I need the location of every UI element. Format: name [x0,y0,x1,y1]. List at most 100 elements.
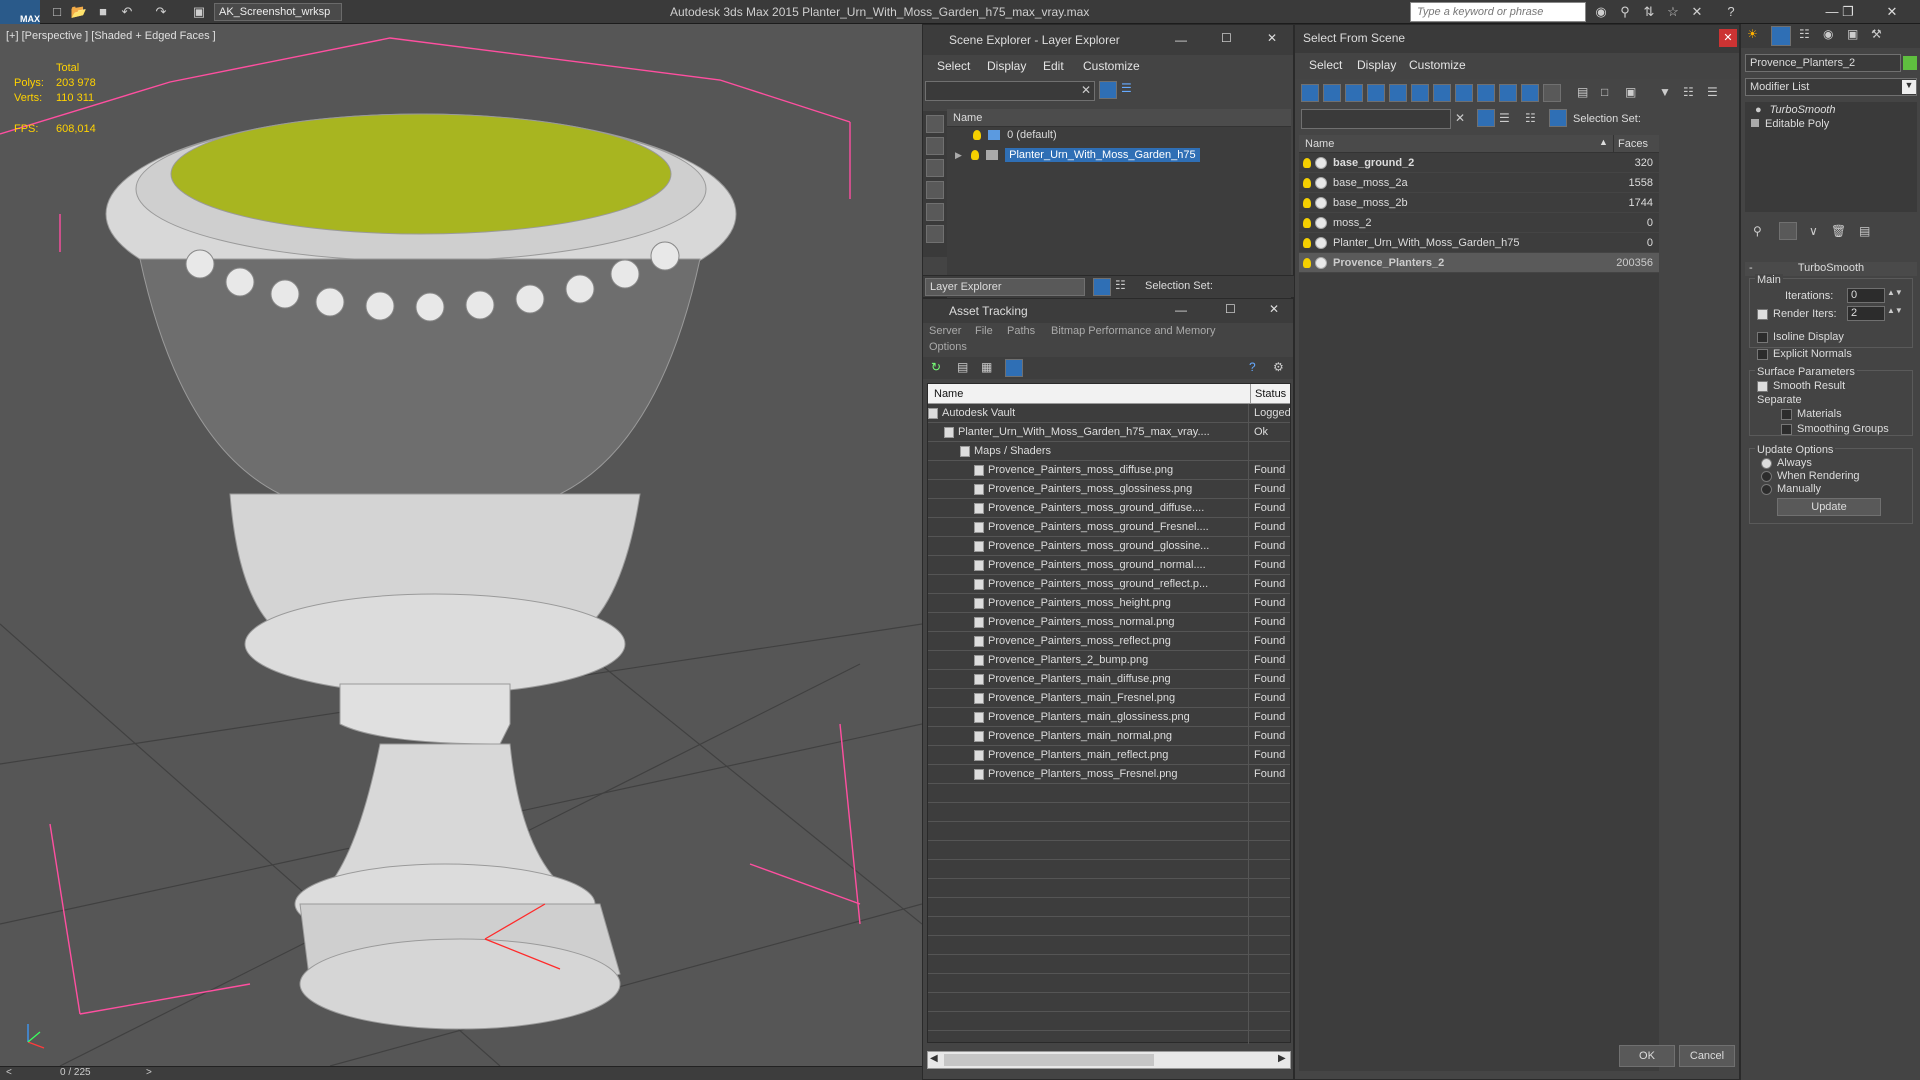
asset-row[interactable]: Provence_Painters_moss_ground_diffuse...… [928,499,1290,518]
column-header-name[interactable]: Name [947,109,1291,127]
show-end-result-icon[interactable] [1779,222,1797,240]
asset-row[interactable]: Provence_Painters_moss_ground_normal....… [928,556,1290,575]
filter-lights-icon[interactable] [1345,84,1363,102]
menu-customize[interactable]: Customize [1409,58,1466,72]
asset-row[interactable]: Autodesk Vault Logged [928,404,1291,423]
layer-manager-icon[interactable]: ☷ [1525,111,1536,125]
menu-server[interactable]: Server [929,325,961,337]
scene-explorer-titlebar[interactable]: Scene Explorer - Layer Explorer — ☐ ✕ [923,25,1293,55]
settings-icon[interactable]: ⚙ [1273,360,1284,374]
search-input[interactable]: Type a keyword or phrase [1410,2,1586,22]
filter-spacewarps-icon[interactable] [1411,84,1429,102]
redo-icon[interactable]: ↷ [152,3,170,21]
scroll-left-icon[interactable]: ◀ [930,1053,938,1064]
create-tab-icon[interactable]: ☀ [1747,27,1758,41]
close-icon[interactable]: ✕ [1719,29,1737,47]
asset-row[interactable]: Maps / Shaders [928,442,1290,461]
maximize-icon[interactable]: ☐ [1225,302,1236,316]
workspace-dropdown[interactable]: AK_Screenshot_wrksp [214,3,342,21]
filter-frozen-icon[interactable] [1521,84,1539,102]
filter-hidden-icon[interactable] [1543,84,1561,102]
asset-row[interactable]: Provence_Painters_moss_reflect.png Found [928,632,1290,651]
project-folder-icon[interactable]: ▣ [190,3,208,21]
clear-search-icon[interactable]: ✕ [1081,83,1091,97]
object-row[interactable]: base_moss_2a 1558 [1299,173,1659,193]
display-spacewarps-icon[interactable] [926,225,944,243]
modifier-list-dropdown[interactable]: Modifier List ▼ [1745,78,1917,96]
asset-row[interactable]: Planter_Urn_With_Moss_Garden_h75_max_vra… [928,423,1290,442]
stack-item-editable-poly[interactable]: Editable Poly [1751,118,1829,137]
object-row[interactable]: base_ground_2 320 [1299,153,1659,173]
always-radio[interactable] [1761,458,1772,469]
menu-file[interactable]: File [975,325,993,337]
menu-paths[interactable]: Paths [1007,325,1035,337]
asset-row[interactable]: Provence_Planters_main_Fresnel.png Found [928,689,1290,708]
object-color-swatch[interactable] [1903,56,1917,70]
make-unique-icon[interactable]: ∨ [1809,224,1818,238]
column-header-name[interactable]: Name [1305,138,1334,150]
filter-funnel-icon[interactable]: ▼ [1659,85,1671,99]
smoothing-groups-checkbox[interactable] [1781,424,1792,435]
close-icon[interactable]: ✕ [1880,2,1904,22]
expand-arrow-icon[interactable]: ▶ [955,150,962,160]
hierarchy-view-icon[interactable] [1549,109,1567,127]
expand-icon[interactable] [1751,119,1759,127]
filter-helpers-icon[interactable] [1389,84,1407,102]
help-icon[interactable]: ? [1249,360,1256,374]
hierarchy-tab-icon[interactable]: ☷ [1799,27,1810,41]
pin-stack-icon[interactable]: ⚲ [1753,224,1762,238]
viewport-label[interactable]: [+] [Perspective ] [Shaded + Edged Faces… [6,30,216,42]
scroll-right-icon[interactable]: ▶ [1278,1053,1286,1064]
object-row[interactable]: base_moss_2b 1744 [1299,193,1659,213]
asset-tracking-titlebar[interactable]: Asset Tracking — ☐ ✕ [923,299,1293,323]
spinner-arrows-icon[interactable]: ▲▼ [1887,288,1903,297]
collapse-icon[interactable]: - [1749,262,1753,274]
column-header-faces[interactable]: Faces [1613,135,1652,153]
app-logo[interactable]: MAX [0,0,40,24]
layers-icon[interactable]: ☰ [1499,111,1510,125]
motion-tab-icon[interactable]: ◉ [1823,27,1833,41]
refresh-icon[interactable]: ↻ [931,360,941,374]
explorer-type-dropdown[interactable]: Layer Explorer [925,278,1085,296]
help-icon[interactable]: ? [1722,3,1740,21]
asset-row[interactable]: Provence_Planters_2_bump.png Found [928,651,1290,670]
filter-icon[interactable] [1099,81,1117,99]
asset-row[interactable]: Provence_Planters_main_normal.png Found [928,727,1290,746]
maximize-icon[interactable]: ☐ [1221,31,1232,45]
asset-row[interactable]: Provence_Painters_moss_normal.png Found [928,613,1290,632]
menu-display[interactable]: Display [987,59,1026,73]
filter-cameras-icon[interactable] [1367,84,1385,102]
bulb-icon[interactable]: ● [1755,104,1762,116]
display-geometry-icon[interactable] [926,115,944,133]
menu-bitmap-performance[interactable]: Bitmap Performance and Memory [1051,325,1215,337]
time-prev-button[interactable]: < [6,1067,12,1078]
display-helpers-icon[interactable] [926,203,944,221]
asset-row[interactable]: Provence_Painters_moss_glossiness.png Fou… [928,480,1290,499]
layer-manager-icon[interactable] [1093,278,1111,296]
menu-customize[interactable]: Customize [1083,59,1140,73]
filter-containers-icon[interactable] [1499,84,1517,102]
layer-row-default[interactable]: 0 (default) [973,129,1057,148]
minimize-icon[interactable]: — [1175,303,1187,317]
filter-xrefs-icon[interactable] [1455,84,1473,102]
new-file-icon[interactable]: □ [48,3,66,21]
perspective-viewport[interactable]: [+] [Perspective ] [Shaded + Edged Faces… [0,24,922,1066]
sort-ascending-icon[interactable]: ▲ [1599,137,1608,147]
remove-modifier-icon[interactable]: 🗑 [1831,224,1846,238]
chevron-down-icon[interactable]: ▼ [1902,80,1916,94]
object-row[interactable]: moss_2 0 [1299,213,1659,233]
select-from-scene-titlebar[interactable]: Select From Scene ✕ [1295,25,1739,53]
filter-bones-icon[interactable] [1477,84,1495,102]
utilities-tab-icon[interactable]: ⚒ [1871,27,1882,41]
isoline-display-checkbox[interactable] [1757,332,1768,343]
asset-row[interactable]: Provence_Planters_main_reflect.png Found [928,746,1290,765]
asset-row[interactable]: Provence_Planters_main_diffuse.png Found [928,670,1290,689]
scroll-thumb[interactable] [944,1054,1154,1066]
configure-sets-icon[interactable]: ▤ [1859,224,1870,238]
menu-options[interactable]: Options [929,341,967,353]
layer-options-icon[interactable]: ☰ [1121,81,1132,95]
filter-icon[interactable] [1477,109,1495,127]
explicit-normals-checkbox[interactable] [1757,349,1768,360]
object-name-field[interactable]: Provence_Planters_2 [1745,54,1901,72]
asset-row[interactable]: Provence_Painters_moss_ground_reflect.p.… [928,575,1290,594]
